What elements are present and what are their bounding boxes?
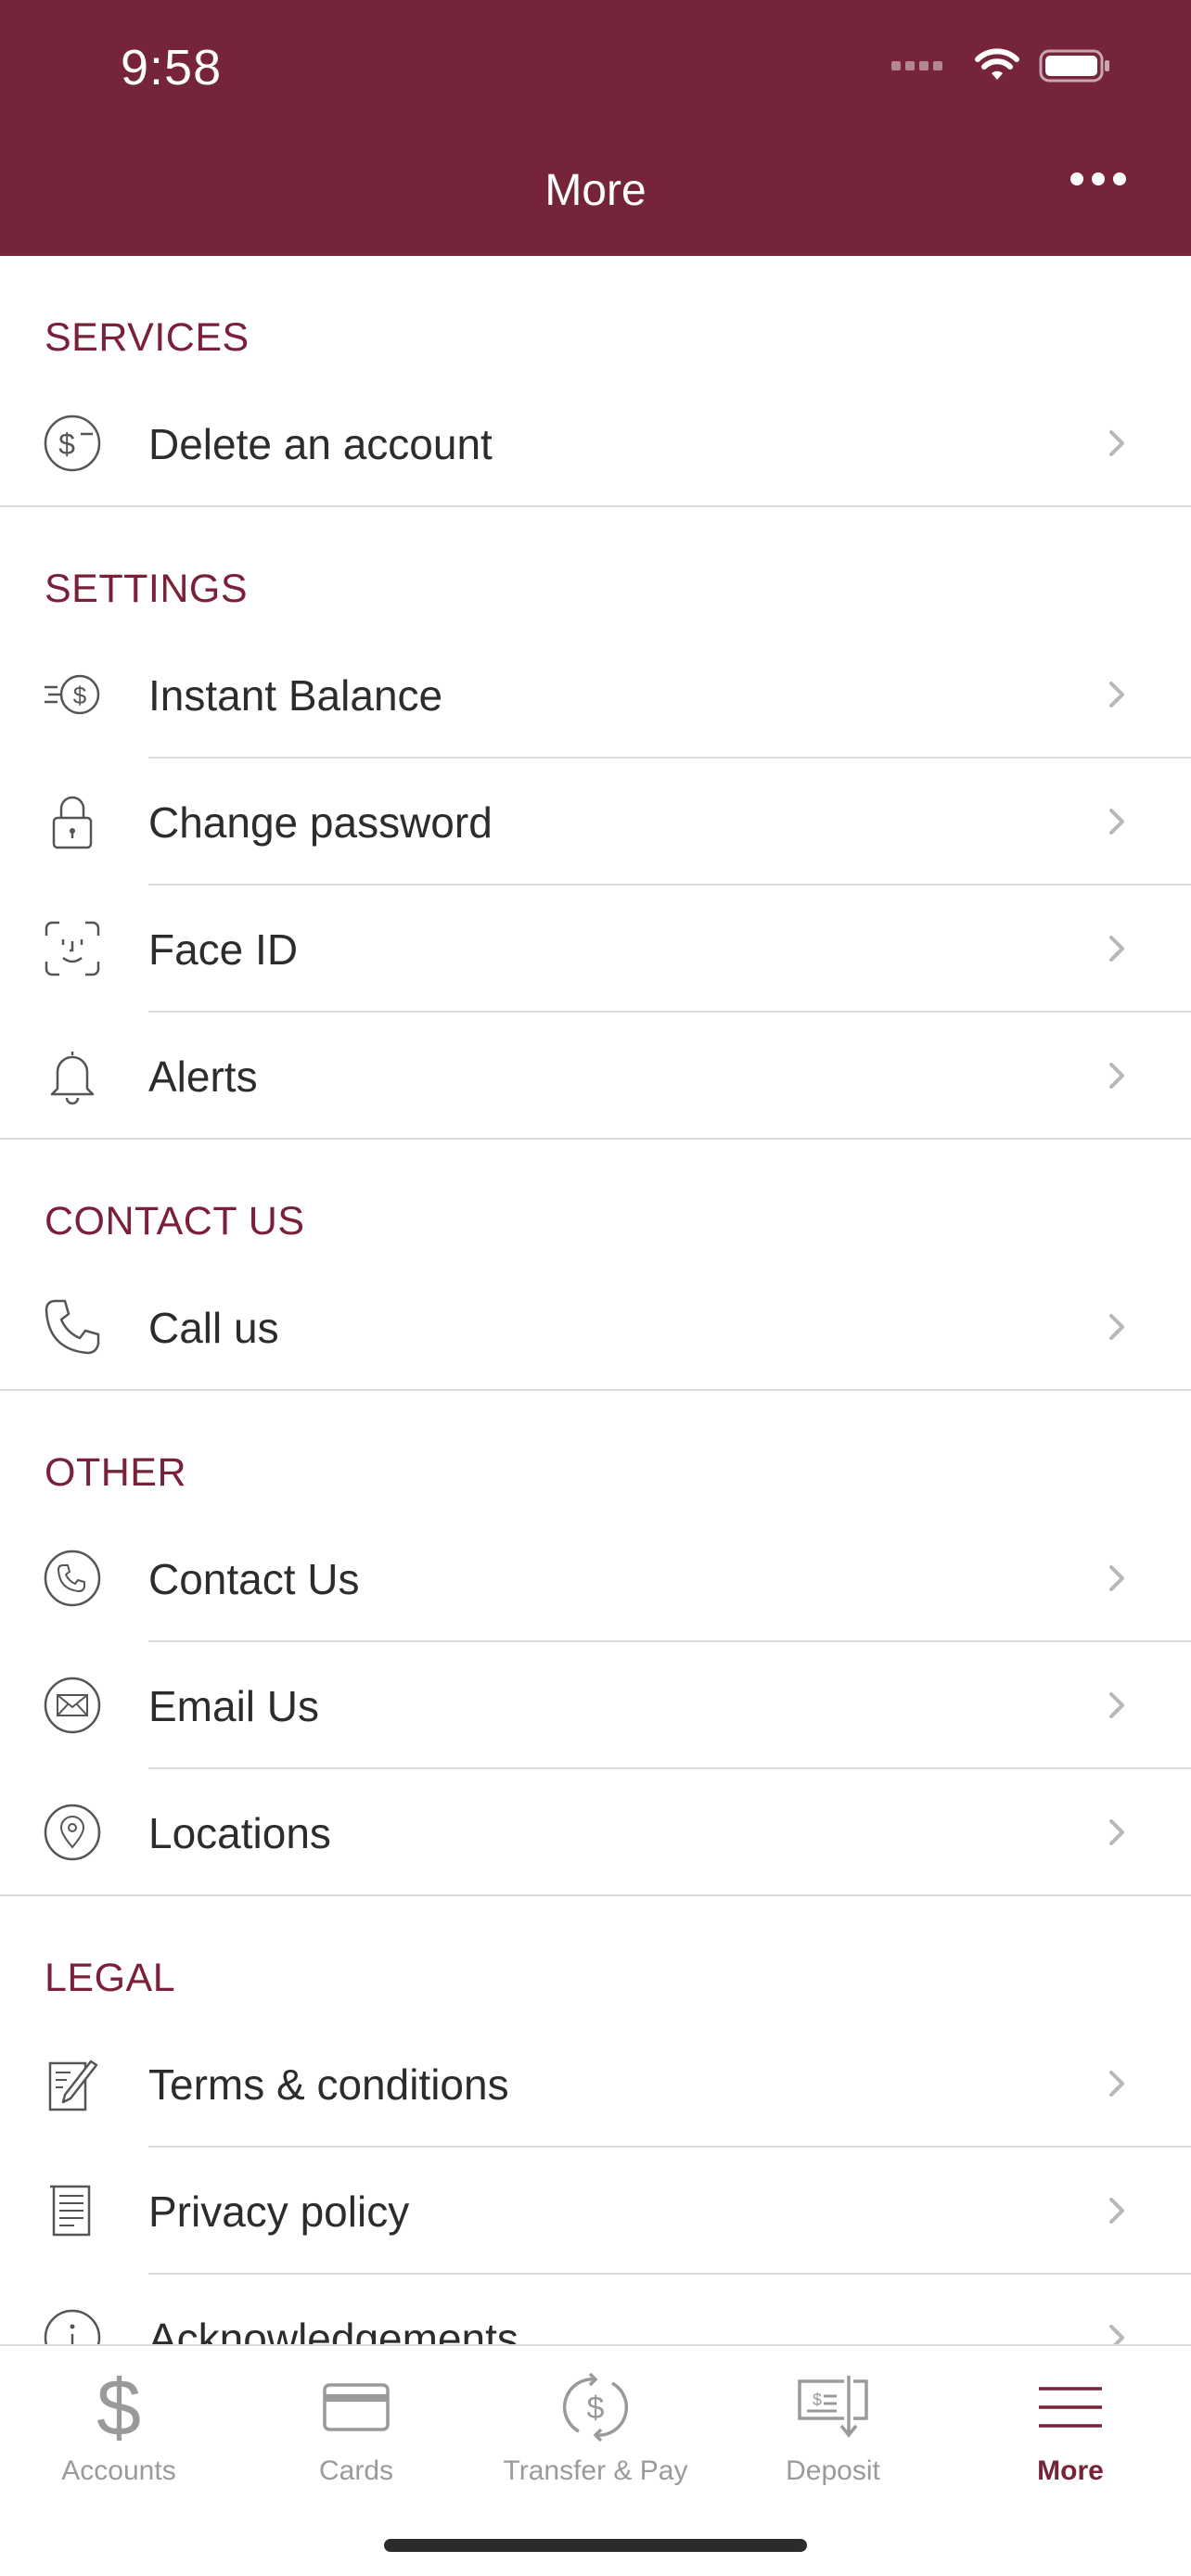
- chevron-right-icon: [1109, 682, 1124, 708]
- menu-item-acknowledgements[interactable]: Acknowledgements: [0, 2275, 1191, 2344]
- bell-icon: [43, 1046, 102, 1105]
- more-menu-list: SERVICES $ Delete an account SETTINGS $ …: [0, 256, 1191, 2344]
- email-circle-icon: [43, 1676, 102, 1735]
- chevron-right-icon: [1109, 1565, 1124, 1591]
- svg-text:$: $: [96, 2370, 141, 2444]
- section-title-legal: LEGAL: [45, 1956, 176, 2000]
- menu-item-terms-conditions[interactable]: Terms & conditions: [0, 2021, 1191, 2148]
- menu-item-instant-balance[interactable]: $ Instant Balance: [0, 631, 1191, 759]
- tab-label: Cards: [318, 2455, 394, 2486]
- chevron-right-icon: [1109, 2071, 1124, 2097]
- section-title-services: SERVICES: [45, 315, 250, 360]
- menu-item-label: Locations: [148, 1808, 331, 1857]
- menu-item-label: Face ID: [148, 925, 299, 974]
- menu-item-label: Email Us: [148, 1681, 320, 1730]
- deposit-icon: $: [714, 2365, 952, 2450]
- section-title-other: OTHER: [45, 1450, 186, 1495]
- section-title-contact-us: CONTACT US: [45, 1199, 305, 1243]
- lock-icon: [43, 792, 102, 851]
- menu-item-face-id[interactable]: Face ID: [0, 886, 1191, 1013]
- chevron-right-icon: [1109, 430, 1124, 456]
- dollar-minus-icon: $: [43, 414, 102, 473]
- tab-accounts[interactable]: $ Accounts: [0, 2365, 237, 2487]
- status-time: 9:58: [121, 40, 223, 96]
- location-circle-icon: [43, 1803, 102, 1862]
- menu-item-call-us[interactable]: Call us: [0, 1264, 1191, 1391]
- tab-label: More: [1037, 2455, 1104, 2486]
- svg-text:$: $: [58, 427, 75, 461]
- divider: [0, 1389, 1191, 1391]
- menu-item-locations[interactable]: Locations: [0, 1769, 1191, 1896]
- chevron-right-icon: [1109, 2325, 1124, 2344]
- tab-label: Accounts: [61, 2455, 176, 2486]
- menu-item-change-password[interactable]: Change password: [0, 759, 1191, 886]
- menu-item-label: Delete an account: [148, 419, 493, 468]
- phone-circle-icon: [43, 1549, 102, 1608]
- divider: [0, 505, 1191, 507]
- menu-item-label: Change password: [148, 797, 493, 847]
- svg-text:$: $: [813, 2391, 822, 2409]
- menu-item-label: Privacy policy: [148, 2187, 410, 2236]
- page-title: More: [544, 166, 647, 215]
- divider: [0, 1894, 1191, 1896]
- wifi-icon: [975, 48, 1019, 80]
- menu-item-label: Terms & conditions: [148, 2060, 509, 2109]
- menu-item-label: Alerts: [148, 1052, 258, 1101]
- tab-label: Deposit: [786, 2455, 880, 2486]
- document-icon: [43, 2181, 102, 2240]
- menu-item-privacy-policy[interactable]: Privacy policy: [0, 2148, 1191, 2275]
- menu-icon: [952, 2365, 1189, 2450]
- menu-item-delete-account[interactable]: $ Delete an account: [0, 380, 1191, 507]
- dollar-icon: $: [0, 2365, 237, 2450]
- transfer-icon: $: [477, 2365, 714, 2450]
- menu-item-label: Acknowledgements: [148, 2314, 519, 2345]
- chevron-right-icon: [1109, 1819, 1124, 1845]
- menu-item-label: Instant Balance: [148, 670, 443, 720]
- menu-item-label: Contact Us: [148, 1554, 360, 1603]
- chevron-right-icon: [1109, 936, 1124, 962]
- menu-item-email-us[interactable]: Email Us: [0, 1642, 1191, 1769]
- home-indicator: [384, 2539, 807, 2552]
- face-id-icon: [43, 919, 102, 978]
- divider: [0, 1138, 1191, 1140]
- tab-transfer-pay[interactable]: $ Transfer & Pay: [477, 2365, 714, 2487]
- menu-item-label: Call us: [148, 1303, 279, 1352]
- svg-text:$: $: [73, 682, 87, 709]
- battery-icon: [1039, 49, 1109, 83]
- section-title-settings: SETTINGS: [45, 567, 249, 611]
- card-icon: [237, 2365, 475, 2450]
- chevron-right-icon: [1109, 1692, 1124, 1718]
- chevron-right-icon: [1109, 809, 1124, 835]
- svg-text:$: $: [587, 2391, 605, 2426]
- menu-item-contact-us[interactable]: Contact Us: [0, 1515, 1191, 1642]
- tab-cards[interactable]: Cards: [237, 2365, 475, 2487]
- terms-icon: [43, 2054, 102, 2113]
- tab-more[interactable]: More: [952, 2365, 1189, 2487]
- status-icons: [891, 48, 1111, 83]
- cellular-signal-icon: [891, 61, 942, 70]
- more-options-button[interactable]: [1070, 172, 1126, 185]
- chevron-right-icon: [1109, 2198, 1124, 2224]
- header-bar: 9:58 More: [0, 0, 1191, 256]
- instant-balance-icon: $: [43, 665, 102, 724]
- chevron-right-icon: [1109, 1314, 1124, 1340]
- phone-icon: [43, 1297, 102, 1357]
- tab-deposit[interactable]: $ Deposit: [714, 2365, 952, 2487]
- info-icon: [43, 2308, 102, 2344]
- menu-item-alerts[interactable]: Alerts: [0, 1013, 1191, 1140]
- chevron-right-icon: [1109, 1063, 1124, 1089]
- tab-label: Transfer & Pay: [503, 2455, 688, 2486]
